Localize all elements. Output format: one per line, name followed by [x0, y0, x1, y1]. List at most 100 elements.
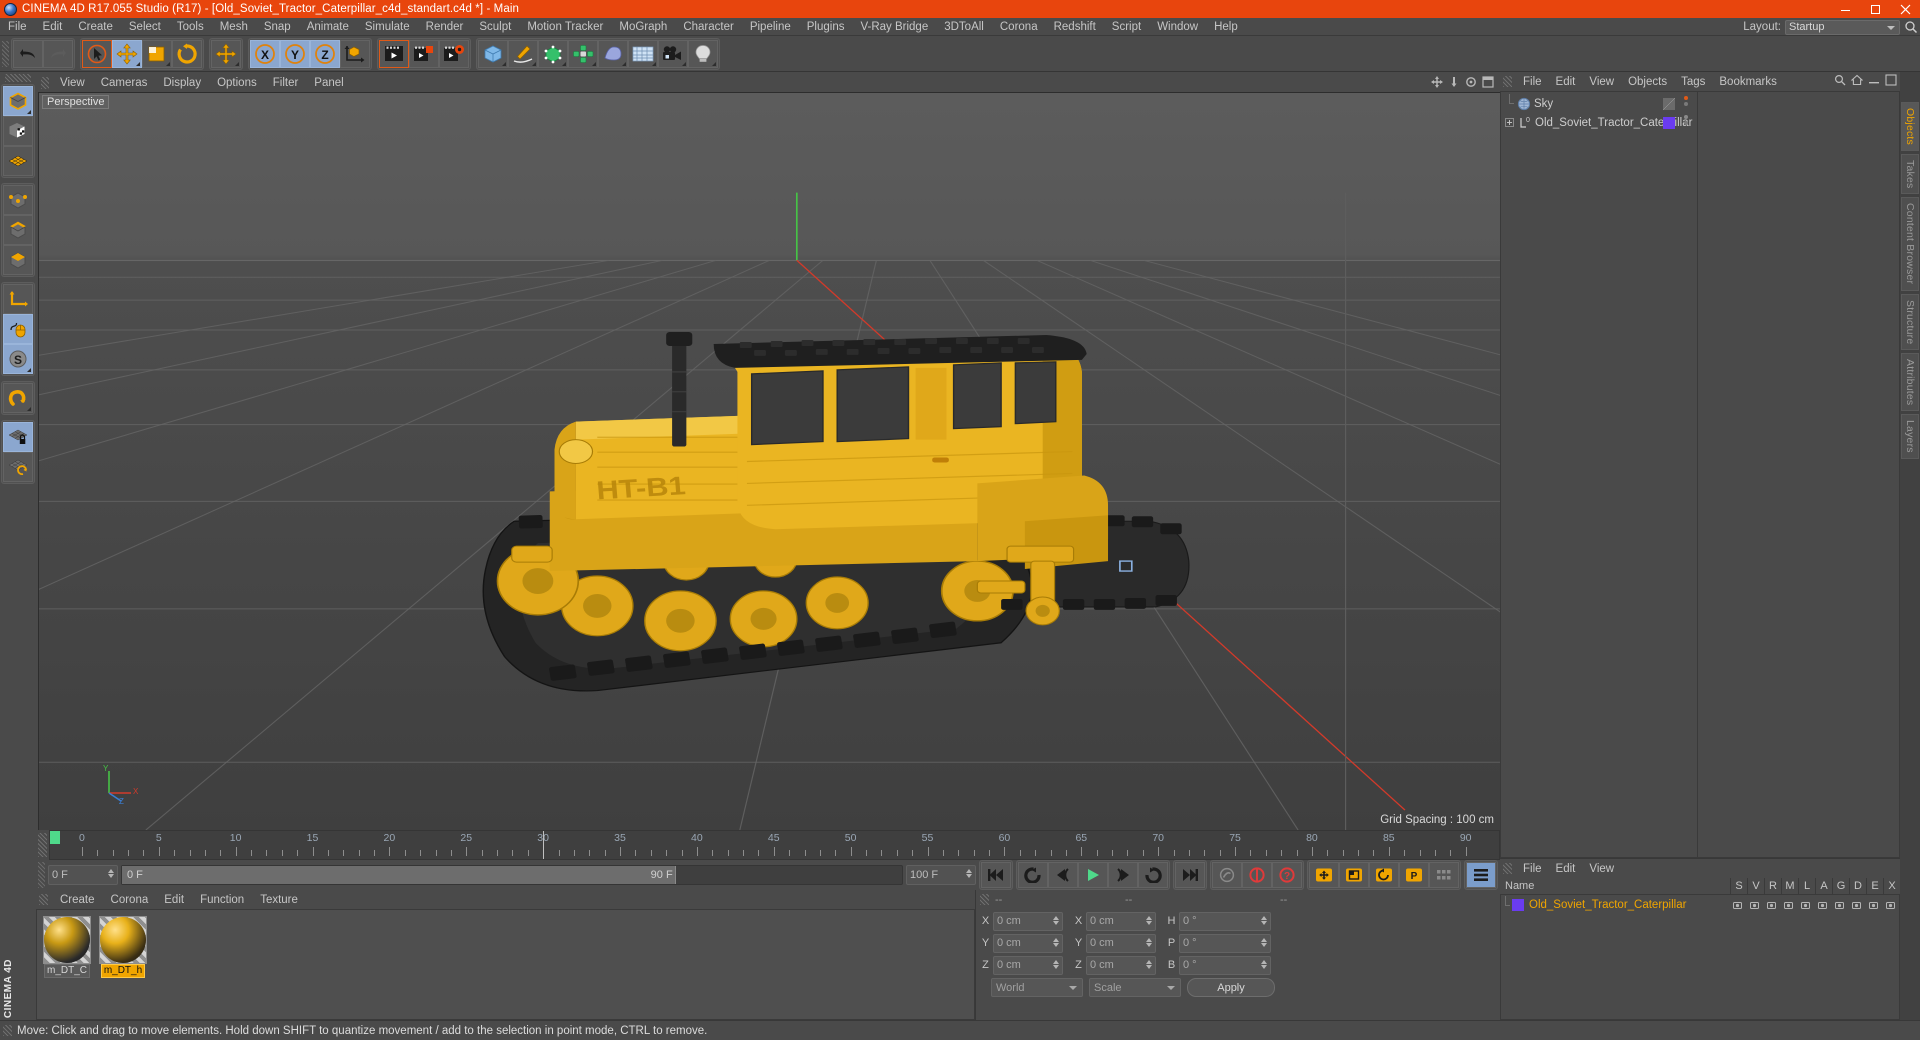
current-frame-marker[interactable]	[50, 831, 60, 844]
right-tab-attributes[interactable]: Attributes	[1901, 353, 1919, 412]
step-back-button[interactable]	[1048, 862, 1078, 888]
perspective-viewport[interactable]: HT-B1 Perspective Grid Spacing: 100 cm …	[38, 92, 1500, 830]
object-tag-icon[interactable]	[1663, 117, 1675, 129]
add-generator-button[interactable]	[538, 39, 568, 68]
visible-eye-icon[interactable]	[1746, 900, 1763, 911]
texture-mode-button[interactable]	[3, 116, 33, 146]
go-to-start-button[interactable]	[981, 862, 1011, 888]
layer-row[interactable]: Old_Soviet_Tractor_Caterpillar	[1501, 895, 1899, 915]
layer-menu-edit[interactable]: Edit	[1549, 863, 1583, 875]
object-menu-view[interactable]: View	[1582, 76, 1621, 88]
visibility-dots[interactable]	[1684, 96, 1688, 106]
object-row[interactable]: 0 Old_Soviet_Tractor_Caterpillar	[1501, 113, 1697, 132]
viewport-menu-cameras[interactable]: Cameras	[93, 74, 156, 92]
maximize-icon[interactable]	[1860, 0, 1890, 18]
layer-column-r[interactable]: R	[1764, 877, 1781, 895]
object-menu-tags[interactable]: Tags	[1674, 76, 1712, 88]
z-axis-button[interactable]: Z	[310, 39, 340, 68]
object-menu-bookmarks[interactable]: Bookmarks	[1712, 76, 1784, 88]
object-manager-grip[interactable]	[1503, 76, 1512, 87]
add-environment-button[interactable]	[628, 39, 658, 68]
unlock-icon[interactable]	[1797, 900, 1814, 911]
menu-item-v-ray-bridge[interactable]: V-Ray Bridge	[852, 18, 936, 36]
status-bar-grip[interactable]	[3, 1025, 12, 1036]
object-row[interactable]: Sky	[1501, 94, 1697, 113]
material-manager-grip[interactable]	[39, 894, 48, 905]
rotate-tool-button[interactable]	[172, 39, 202, 68]
material-preview[interactable]	[99, 916, 147, 964]
viewport-panel-tab[interactable]: Perspective	[42, 95, 110, 109]
object-axis-button[interactable]	[3, 284, 33, 314]
expression-icon[interactable]	[1865, 900, 1882, 911]
add-cube-button[interactable]	[478, 39, 508, 68]
layer-column-l[interactable]: L	[1798, 877, 1815, 895]
layout-dropdown[interactable]: Startup	[1785, 19, 1900, 35]
object-list[interactable]: Sky 0 Old_Soviet_Tractor_Caterpillar	[1501, 92, 1698, 857]
coordinate-system-dropdown[interactable]: World	[991, 978, 1083, 997]
coordinate-field[interactable]: 0 °	[1179, 933, 1271, 953]
menu-item-redshift[interactable]: Redshift	[1046, 18, 1104, 36]
menu-item-select[interactable]: Select	[121, 18, 169, 36]
left-toolbar-grip[interactable]	[5, 74, 31, 82]
object-tag-icon[interactable]	[1663, 98, 1675, 110]
layer-column-x[interactable]: X	[1883, 877, 1900, 895]
layer-column-m[interactable]: M	[1781, 877, 1798, 895]
close-icon[interactable]	[1890, 0, 1920, 18]
enable-snap-button[interactable]	[3, 383, 33, 413]
menu-item-snap[interactable]: Snap	[256, 18, 299, 36]
add-camera-button[interactable]	[658, 39, 688, 68]
coordinate-field[interactable]: 0 cm	[993, 933, 1063, 953]
menu-item-edit[interactable]: Edit	[35, 18, 71, 36]
add-deformer-button[interactable]	[598, 39, 628, 68]
model-mode-button[interactable]	[3, 86, 33, 116]
visibility-dots[interactable]	[1684, 115, 1688, 125]
material-preview[interactable]	[43, 916, 91, 964]
material-menu-corona[interactable]: Corona	[103, 894, 157, 906]
coordinate-field[interactable]: 0 cm	[1086, 911, 1156, 931]
enable-tweak-button[interactable]	[3, 314, 33, 344]
menu-item-render[interactable]: Render	[418, 18, 472, 36]
coordinate-field[interactable]: 0 °	[1179, 955, 1271, 975]
spinner-icon[interactable]	[1146, 959, 1152, 969]
coordinate-field[interactable]: 0 °	[1179, 911, 1271, 931]
max-frames-field[interactable]: 100 F	[906, 865, 976, 885]
pla-key-button[interactable]	[1429, 862, 1459, 888]
menu-item-create[interactable]: Create	[70, 18, 121, 36]
add-light-button[interactable]	[688, 39, 718, 68]
coordinate-field[interactable]: 0 cm	[1086, 955, 1156, 975]
param-key-button[interactable]: P	[1399, 862, 1429, 888]
right-tab-takes[interactable]: Takes	[1901, 154, 1919, 195]
menu-item-plugins[interactable]: Plugins	[799, 18, 853, 36]
coordinate-mode-dropdown[interactable]: Scale	[1089, 978, 1181, 997]
playhead[interactable]	[543, 831, 545, 859]
animation-icon[interactable]	[1814, 900, 1831, 911]
spinner-icon[interactable]	[1261, 937, 1267, 947]
viewport-scale-icon[interactable]	[1448, 76, 1460, 91]
menu-item-file[interactable]: File	[0, 18, 35, 36]
step-forward-button[interactable]	[1108, 862, 1138, 888]
live-selection-button[interactable]	[82, 39, 112, 68]
layer-column-d[interactable]: D	[1849, 877, 1866, 895]
viewport-menu-display[interactable]: Display	[155, 74, 209, 92]
menu-item-3dtoall[interactable]: 3DToAll	[936, 18, 992, 36]
material-chip[interactable]: m_DT_C	[43, 916, 91, 978]
search-icon[interactable]	[1834, 74, 1846, 89]
spinner-icon[interactable]	[1053, 937, 1059, 947]
toolbar-grip[interactable]	[2, 40, 9, 67]
viewport-solo-button[interactable]: S	[3, 344, 33, 374]
minimize-icon[interactable]	[1830, 0, 1860, 18]
keyframe-mode-button[interactable]	[1466, 862, 1496, 888]
add-spline-button[interactable]	[508, 39, 538, 68]
scale-key-button[interactable]	[1339, 862, 1369, 888]
apply-button[interactable]: Apply	[1187, 978, 1275, 997]
planar-workplane-button[interactable]	[3, 452, 33, 482]
layer-list[interactable]: Old_Soviet_Tractor_Caterpillar	[1500, 895, 1900, 1020]
material-name[interactable]: m_DT_h	[100, 964, 146, 978]
rotation-key-button[interactable]	[1369, 862, 1399, 888]
menu-item-window[interactable]: Window	[1149, 18, 1206, 36]
render-settings-button[interactable]	[439, 39, 469, 68]
viewport-menu-filter[interactable]: Filter	[265, 74, 307, 92]
layer-column-name[interactable]: Name	[1500, 880, 1730, 892]
object-tag-area[interactable]	[1698, 92, 1899, 857]
polygon-mode-button[interactable]	[3, 245, 33, 275]
